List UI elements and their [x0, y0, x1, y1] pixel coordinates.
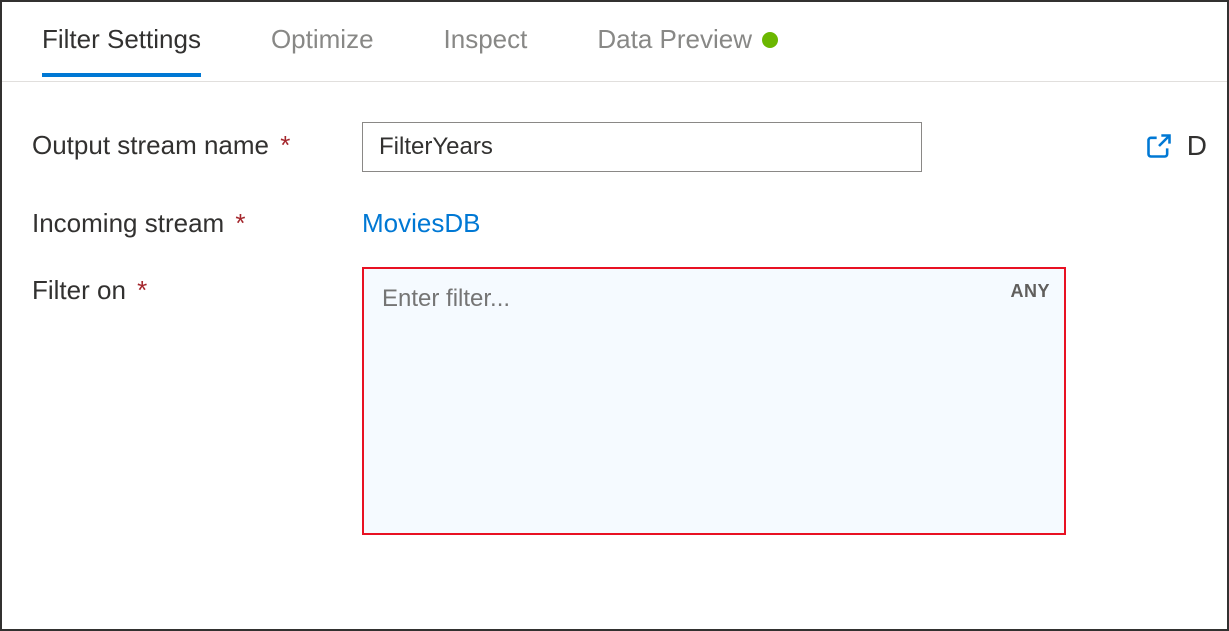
tab-label: Optimize	[271, 24, 374, 55]
label-text: Filter on	[32, 275, 126, 305]
tab-data-preview[interactable]: Data Preview	[597, 24, 778, 77]
tab-label: Data Preview	[597, 24, 752, 55]
label-filter-on: Filter on *	[32, 267, 362, 306]
incoming-stream-link[interactable]: MoviesDB	[362, 200, 480, 239]
required-mark: *	[280, 130, 290, 160]
filter-expression-wrap: ANY	[362, 267, 1066, 540]
output-stream-name-input[interactable]	[362, 122, 922, 172]
required-mark: *	[137, 275, 147, 305]
open-external-icon[interactable]	[1145, 132, 1173, 160]
form-body: D Output stream name * Incoming stream *…	[2, 82, 1227, 629]
filter-settings-panel: Filter Settings Optimize Inspect Data Pr…	[0, 0, 1229, 631]
row-filter-on: Filter on * ANY	[32, 267, 1197, 540]
filter-expression-input[interactable]	[362, 267, 1066, 535]
row-incoming-stream: Incoming stream * MoviesDB	[32, 200, 1197, 239]
tab-optimize[interactable]: Optimize	[271, 24, 374, 77]
truncated-text: D	[1187, 130, 1207, 162]
tab-bar: Filter Settings Optimize Inspect Data Pr…	[2, 2, 1227, 82]
tab-label: Inspect	[444, 24, 528, 55]
label-incoming-stream: Incoming stream *	[32, 200, 362, 239]
right-actions: D	[1145, 130, 1207, 162]
tab-filter-settings[interactable]: Filter Settings	[42, 24, 201, 77]
label-output-stream-name: Output stream name *	[32, 122, 362, 161]
status-dot-icon	[762, 32, 778, 48]
row-output-stream-name: Output stream name *	[32, 122, 1197, 172]
tab-inspect[interactable]: Inspect	[444, 24, 528, 77]
required-mark: *	[235, 208, 245, 238]
label-text: Output stream name	[32, 130, 269, 160]
label-text: Incoming stream	[32, 208, 224, 238]
tab-label: Filter Settings	[42, 24, 201, 55]
